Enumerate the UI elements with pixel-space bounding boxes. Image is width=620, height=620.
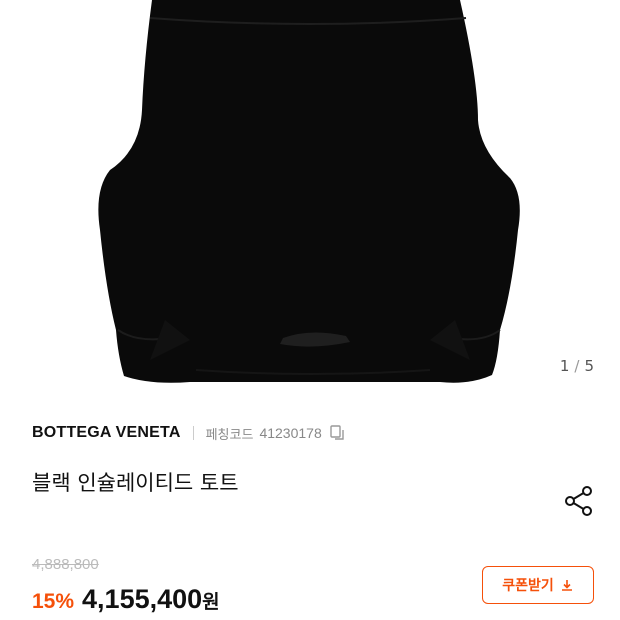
currency-unit: 원 xyxy=(202,591,220,613)
copy-icon[interactable] xyxy=(329,424,347,442)
price-row: 15% 4,155,400 원 xyxy=(32,584,220,615)
product-image-carousel[interactable]: 1/5 xyxy=(0,0,620,395)
fetching-code-value: 41230178 xyxy=(259,425,322,441)
image-counter-separator: / xyxy=(574,357,580,375)
product-title: 블랙 인슐레이티드 토트 xyxy=(32,471,239,495)
sale-price: 4,155,400 xyxy=(82,584,203,614)
image-counter-current: 1 xyxy=(559,357,570,375)
download-icon xyxy=(561,580,572,591)
meta-divider xyxy=(192,426,194,440)
product-image xyxy=(98,0,520,383)
image-counter: 1/5 xyxy=(560,357,594,375)
brand-name[interactable]: BOTTEGA VENETA xyxy=(32,424,181,442)
image-counter-total: 5 xyxy=(584,357,594,375)
original-price: 4,888,800 xyxy=(32,556,99,573)
coupon-button-label: 쿠폰받기 xyxy=(502,578,554,594)
discount-rate: 15% xyxy=(32,590,75,613)
product-meta-row: BOTTEGA VENETA 페칭코드 41230178 xyxy=(32,423,347,443)
share-icon[interactable] xyxy=(562,484,596,518)
fetching-code-label: 페칭코드 xyxy=(205,427,254,443)
coupon-download-button[interactable]: 쿠폰받기 xyxy=(482,566,594,604)
